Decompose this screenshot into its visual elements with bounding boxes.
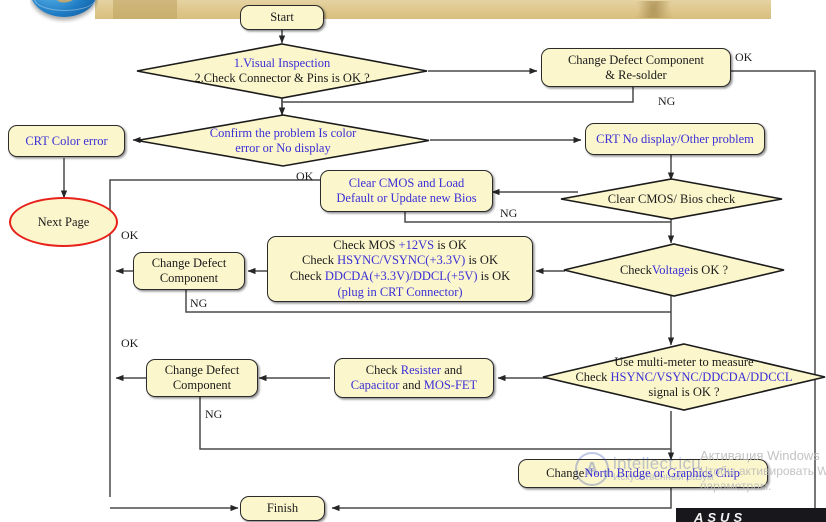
node-check-resister-line1: Check Resister and xyxy=(366,363,463,378)
check-mos-l1a: Check MOS xyxy=(333,237,399,252)
decision-visual-inspection[interactable]: 1.Visual Inspection 2.Check Connector & … xyxy=(136,43,428,99)
node-clear-cmos-load-line1: Clear CMOS and Load xyxy=(348,176,465,191)
node-change-defect-1-line2: Component xyxy=(159,271,219,285)
check-mos-l1b: +12VS xyxy=(398,237,435,252)
node-check-resister-line2: Capacitor and MOS-FET xyxy=(351,378,477,393)
node-clear-cmos-load[interactable]: Clear CMOS and Load Default or Update ne… xyxy=(320,170,493,212)
decision-multimeter-signal[interactable]: Use multi-meter to measure Check HSYNC/V… xyxy=(542,343,826,411)
resister-l2a: Capacitor xyxy=(350,378,400,392)
node-finish[interactable]: Finish xyxy=(240,496,325,521)
node-change-defect-resolder[interactable]: Change Defect Component & Re-solder xyxy=(541,48,731,87)
brand-logo: ASUS xyxy=(676,508,826,522)
node-change-defect-component-1[interactable]: Change Defect Component xyxy=(133,252,245,290)
check-mos-l2a: Check xyxy=(302,253,338,268)
node-finish-label: Finish xyxy=(266,501,299,516)
node-next-page[interactable]: Next Page xyxy=(9,197,118,247)
node-change-nb-prefix: Change xyxy=(546,466,585,481)
decision-clear-cmos-bios[interactable]: Clear CMOS/ Bios check xyxy=(560,178,783,220)
edge-label-ng-signal: NG xyxy=(205,407,223,421)
node-start[interactable]: Start xyxy=(240,5,324,30)
node-change-defect-resolder-line2: & Re-solder xyxy=(605,67,667,82)
edge-label-ok-signal: OK xyxy=(121,336,139,350)
flowchart-canvas: Start 1.Visual Inspection 2.Check Connec… xyxy=(0,0,826,522)
resister-l1a: Check xyxy=(365,363,401,378)
decision-check-voltage[interactable]: Check Voltage is OK ? xyxy=(563,243,785,297)
node-check-resister-capacitor[interactable]: Check Resister and Capacitor and MOS-FET xyxy=(334,358,494,398)
check-mos-l2b: HSYNC/VSYNC(+3.3V) xyxy=(337,253,466,268)
node-next-page-label: Next Page xyxy=(37,214,90,229)
resister-l1b: Resister xyxy=(400,363,442,378)
resister-l2b: and xyxy=(399,378,424,392)
check-mos-l3a: Check xyxy=(289,269,325,283)
node-check-mos-line3: Check DDCDA(+3.3V)/DDCL(+5V) is OK xyxy=(290,269,510,285)
edge-label-ok-cmos: OK xyxy=(296,169,314,183)
node-clear-cmos-load-line2: Default or Update new Bios xyxy=(336,191,477,205)
node-crt-color-error-label: CRT Color error xyxy=(25,133,108,148)
node-check-mos-line4: (plug in CRT Connector) xyxy=(337,284,463,299)
check-mos-l2c: is OK xyxy=(465,253,498,268)
node-start-label: Start xyxy=(270,10,294,25)
resister-l1c: and xyxy=(441,363,463,378)
node-change-defect-resolder-line1: Change Defect Component xyxy=(567,52,705,67)
edge-label-ng-resolder: NG xyxy=(658,94,676,108)
node-check-mos-voltages[interactable]: Check MOS +12VS is OK Check HSYNC/VSYNC(… xyxy=(267,236,533,302)
node-check-mos-line1: Check MOS +12VS is OK xyxy=(333,238,466,254)
node-change-defect-1-line1: Change Defect xyxy=(151,256,227,271)
edge-label-ok-voltage: OK xyxy=(121,228,139,242)
brand-logo-text: ASUS xyxy=(694,510,747,522)
node-change-north-bridge[interactable]: Change North Bridge or Graphics Chip xyxy=(518,459,768,488)
node-crt-color-error[interactable]: CRT Color error xyxy=(8,125,125,157)
node-change-defect-2-line2: Component xyxy=(172,378,232,392)
check-mos-l1c: is OK xyxy=(434,237,467,252)
node-change-defect-component-2[interactable]: Change Defect Component xyxy=(146,359,258,397)
edge-label-ng-cmos: NG xyxy=(500,206,518,220)
node-check-mos-line2: Check HSYNC/VSYNC(+3.3V) is OK xyxy=(302,253,498,269)
edge-label-ok-topright: OK xyxy=(735,50,753,64)
check-mos-l3b: DDCDA(+3.3V)/DDCL(+5V) xyxy=(324,269,478,283)
node-change-defect-2-line1: Change Defect xyxy=(164,363,240,378)
check-mos-l3c: is OK xyxy=(477,269,511,283)
decision-confirm-problem[interactable]: Confirm the problem Is color error or No… xyxy=(136,114,430,167)
resister-l2c: MOS-FET xyxy=(423,378,478,392)
node-crt-no-display-label: CRT No display/Other problem xyxy=(596,131,754,146)
edge-label-ng-voltage: NG xyxy=(190,296,208,310)
node-change-nb-target: North Bridge or Graphics Chip xyxy=(584,466,740,481)
node-crt-no-display[interactable]: CRT No display/Other problem xyxy=(585,123,765,155)
